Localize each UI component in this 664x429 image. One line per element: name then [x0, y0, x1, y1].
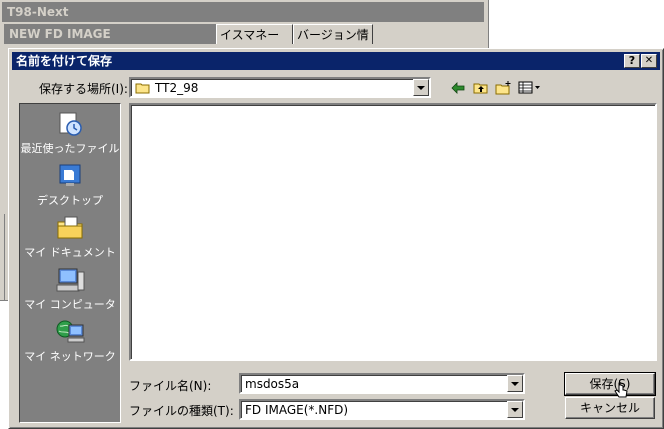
place-desktop-label: デスクトップ [37, 194, 103, 207]
new-folder-icon[interactable] [493, 78, 515, 98]
folder-icon [135, 81, 151, 95]
view-menu-icon[interactable] [516, 78, 544, 98]
save-in-label: 保存する場所(I): [39, 82, 128, 96]
close-button[interactable]: ✕ [641, 54, 657, 68]
file-list[interactable] [129, 103, 657, 361]
place-my-network-label: マイ ネットワーク [24, 350, 116, 363]
up-folder-icon[interactable] [470, 78, 492, 98]
recent-documents-icon [54, 110, 86, 138]
my-computer-icon [54, 266, 86, 294]
place-my-network[interactable]: マイ ネットワーク [20, 316, 120, 366]
filename-dropdown-arrow[interactable] [507, 375, 523, 392]
dialog-title: 名前を付けて保存 [16, 54, 113, 68]
save-in-combobox[interactable]: TT2_98 [129, 77, 431, 98]
place-recent[interactable]: 最近使ったファイル [20, 108, 120, 158]
places-bar: 最近使ったファイル デスクトップ マイ ドキュメント マイ コンピュータ マイ … [19, 103, 121, 423]
place-recent-label: 最近使ったファイル [20, 142, 120, 155]
dialog-titlebar: 名前を付けて保存 ? ✕ [12, 52, 660, 70]
desktop-icon [54, 162, 86, 190]
filename-combobox[interactable]: msdos5a [239, 373, 525, 394]
place-my-documents[interactable]: マイ ドキュメント [20, 212, 120, 262]
place-desktop[interactable]: デスクトップ [20, 160, 120, 210]
help-button[interactable]: ? [624, 54, 640, 68]
save-in-value: TT2_98 [155, 81, 199, 95]
save-button[interactable]: 保存(S) [564, 372, 656, 396]
filename-value: msdos5a [245, 377, 300, 391]
mouse-cursor-icon [614, 382, 628, 405]
filetype-value: FD IMAGE(*.NFD) [245, 403, 349, 417]
filename-label: ファイル名(N): [129, 379, 212, 393]
save-in-dropdown-arrow[interactable] [413, 79, 429, 96]
place-my-documents-label: マイ ドキュメント [24, 246, 116, 259]
filetype-label: ファイルの種類(T): [129, 404, 234, 418]
my-documents-icon [54, 214, 86, 242]
place-my-computer[interactable]: マイ コンピュータ [20, 264, 120, 314]
my-network-icon [54, 318, 86, 346]
filetype-combobox[interactable]: FD IMAGE(*.NFD) [239, 399, 525, 420]
save-as-dialog: 名前を付けて保存 ? ✕ 保存する場所(I): TT2_98 最近使ったファイル [8, 48, 664, 429]
back-icon[interactable] [447, 78, 469, 98]
place-my-computer-label: マイ コンピュータ [24, 298, 116, 311]
filetype-dropdown-arrow[interactable] [507, 401, 523, 418]
cancel-button[interactable]: キャンセル [565, 397, 655, 419]
background-tab-device-manager[interactable]: イスマネージャ [216, 24, 293, 62]
background-tab-version-info[interactable]: バージョン情報 [293, 24, 373, 62]
background-window-subtitle: NEW FD IMAGE [4, 24, 216, 44]
background-window-title: T98-Next [2, 2, 484, 22]
